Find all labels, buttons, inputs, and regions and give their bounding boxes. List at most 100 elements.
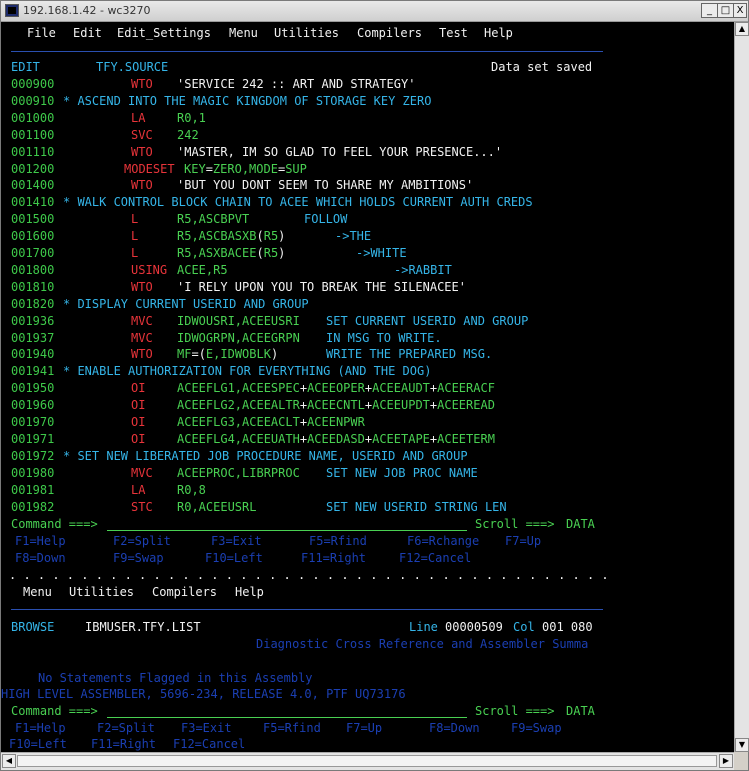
menu-help-2[interactable]: Help — [235, 584, 264, 601]
menu-file[interactable]: File — [27, 25, 56, 42]
pf-key[interactable]: F1=Help — [15, 533, 66, 550]
line-number[interactable]: 001500 — [11, 211, 54, 228]
line-number[interactable]: 001937 — [11, 330, 54, 347]
pf-key[interactable]: F9=Swap — [511, 720, 562, 737]
scroll-up-arrow-icon[interactable]: ▲ — [735, 22, 749, 36]
menu-menu[interactable]: Menu — [229, 25, 258, 42]
line-number[interactable]: 001960 — [11, 397, 54, 414]
browse-command-input[interactable] — [107, 703, 467, 718]
line-number[interactable]: 000900 — [11, 76, 54, 93]
line-number[interactable]: 001200 — [11, 161, 54, 178]
source-line[interactable]: 001600 L R5,ASCBASXB(R5) ->THE — [1, 228, 734, 245]
menu-menu-2[interactable]: Menu — [23, 584, 52, 601]
line-number[interactable]: 001820 — [11, 296, 54, 313]
pf-key[interactable]: F5=Rfind — [309, 533, 367, 550]
source-line[interactable]: 001936 MVC IDWOUSRI,ACEEUSRI SET CURRENT US… — [1, 313, 734, 330]
scroll-amount[interactable]: DATA — [566, 703, 595, 720]
menu-compilers[interactable]: Compilers — [357, 25, 422, 42]
source-line[interactable]: 000910 * ASCEND INTO THE MAGIC KINGDOM OF… — [1, 93, 734, 110]
line-number[interactable]: 001800 — [11, 262, 54, 279]
close-button[interactable]: X — [733, 3, 747, 18]
source-line[interactable]: 001960 OI ACEEFLG2,ACEEALTR+ACEECNTL+ACEEU… — [1, 397, 734, 414]
pf-key[interactable]: F12=Cancel — [399, 550, 471, 567]
menu-edit-settings[interactable]: Edit_Settings — [117, 25, 211, 42]
pf-key[interactable]: F5=Rfind — [263, 720, 321, 737]
line-number[interactable]: 001000 — [11, 110, 54, 127]
pf-key[interactable]: F11=Right — [301, 550, 366, 567]
line-number[interactable]: 001941 — [11, 363, 54, 380]
scroll-down-arrow-icon[interactable]: ▼ — [735, 738, 749, 752]
menu-test[interactable]: Test — [439, 25, 468, 42]
source-line[interactable]: 001400 WTO 'BUT YOU DONT SEEM TO SHARE MY … — [1, 177, 734, 194]
source-line[interactable]: 001950 OI ACEEFLG1,ACEESPEC+ACEEOPER+ACEEA… — [1, 380, 734, 397]
source-line[interactable]: 001700 L R5,ASXBACEE(R5) ->WHITE — [1, 245, 734, 262]
title-bar[interactable]: 192.168.1.42 - wc3270 _ □ X — [1, 1, 748, 22]
edit-command-input[interactable] — [107, 516, 467, 531]
source-line[interactable]: 001981 LA R0,8 — [1, 482, 734, 499]
source-line[interactable]: 001500 L R5,ASCBPVT FOLLOW — [1, 211, 734, 228]
line-number[interactable]: 000910 — [11, 93, 54, 110]
source-line[interactable]: 001941 * ENABLE AUTHORIZATION FOR EVERYTH… — [1, 363, 734, 380]
terminal-screen[interactable]: File Edit Edit_Settings Menu Utilities C… — [1, 22, 734, 752]
menu-utilities-2[interactable]: Utilities — [69, 584, 134, 601]
source-line[interactable]: 001100 SVC 242 — [1, 127, 734, 144]
source-line[interactable]: 001800 USING ACEE,R5 ->RABBIT — [1, 262, 734, 279]
line-number[interactable]: 001600 — [11, 228, 54, 245]
pf-key[interactable]: F2=Split — [113, 533, 171, 550]
source-line[interactable]: 001972 * SET NEW LIBERATED JOB PROCEDURE … — [1, 448, 734, 465]
line-number[interactable]: 001981 — [11, 482, 54, 499]
source-line[interactable]: 001410 * WALK CONTROL BLOCK CHAIN TO ACEE… — [1, 194, 734, 211]
line-number[interactable]: 001950 — [11, 380, 54, 397]
source-line[interactable]: 001110 WTO 'MASTER, IM SO GLAD TO FEEL YOU… — [1, 144, 734, 161]
line-number[interactable]: 001982 — [11, 499, 54, 516]
minimize-button[interactable]: _ — [701, 3, 718, 18]
line-number[interactable]: 001700 — [11, 245, 54, 262]
pf-key[interactable]: F8=Down — [15, 550, 66, 567]
source-line[interactable]: 000900 WTO 'SERVICE 242 :: ART AND STRATEG… — [1, 76, 734, 93]
source-line[interactable]: 001200 MODESET KEY=ZERO,MODE=SUP — [1, 161, 734, 178]
source-line[interactable]: 001940 WTO MF=(E,IDWOBLK) WRITE THE PREPARE… — [1, 346, 734, 363]
line-number[interactable]: 001980 — [11, 465, 54, 482]
horizontal-scrollbar[interactable]: ◀ ▶ — [1, 752, 734, 770]
scroll-amount[interactable]: DATA — [566, 516, 595, 533]
pf-key[interactable]: F6=Rchange — [407, 533, 479, 550]
pf-key[interactable]: F3=Exit — [211, 533, 262, 550]
line-number[interactable]: 001940 — [11, 346, 54, 363]
source-line[interactable]: 001820 * DISPLAY CURRENT USERID AND GROUP — [1, 296, 734, 313]
menu-help[interactable]: Help — [484, 25, 513, 42]
vertical-scrollbar[interactable]: ▲ ▼ — [734, 22, 749, 752]
pf-key[interactable]: F11=Right — [91, 736, 156, 752]
line-number[interactable]: 001971 — [11, 431, 54, 448]
line-number[interactable]: 001810 — [11, 279, 54, 296]
line-number[interactable]: 001936 — [11, 313, 54, 330]
pf-key[interactable]: F7=Up — [346, 720, 382, 737]
source-line[interactable]: 001982 STC R0,ACEEUSRL SET NEW USERID STRIN… — [1, 499, 734, 516]
horizontal-scroll-thumb[interactable] — [17, 755, 717, 767]
line-number[interactable]: 001110 — [11, 144, 54, 161]
pf-key[interactable]: F3=Exit — [181, 720, 232, 737]
source-line[interactable]: 001971 OI ACEEFLG4,ACEEUATH+ACEEDASD+ACEET… — [1, 431, 734, 448]
pf-key[interactable]: F1=Help — [15, 720, 66, 737]
line-number[interactable]: 001970 — [11, 414, 54, 431]
source-line[interactable]: 001980 MVC ACEEPROC,LIBRPROC SET NEW JOB PR… — [1, 465, 734, 482]
pf-key[interactable]: F10=Left — [205, 550, 263, 567]
menu-utilities[interactable]: Utilities — [274, 25, 339, 42]
line-number[interactable]: 001410 — [11, 194, 54, 211]
pf-key[interactable]: F7=Up — [505, 533, 541, 550]
pf-key[interactable]: F2=Split — [97, 720, 155, 737]
menu-compilers-2[interactable]: Compilers — [152, 584, 217, 601]
source-line[interactable]: 001970 OI ACEEFLG3,ACEEACLT+ACEENPWR — [1, 414, 734, 431]
line-number[interactable]: 001100 — [11, 127, 54, 144]
line-number[interactable]: 001400 — [11, 177, 54, 194]
pf-key[interactable]: F9=Swap — [113, 550, 164, 567]
menu-edit[interactable]: Edit — [73, 25, 102, 42]
source-line[interactable]: 001810 WTO 'I RELY UPON YOU TO BREAK THE S… — [1, 279, 734, 296]
maximize-button[interactable]: □ — [717, 3, 734, 18]
pf-key[interactable]: F8=Down — [429, 720, 480, 737]
line-number[interactable]: 001972 — [11, 448, 54, 465]
source-line[interactable]: 001000 LA R0,1 — [1, 110, 734, 127]
pf-key[interactable]: F10=Left — [9, 736, 67, 752]
scroll-right-arrow-icon[interactable]: ▶ — [719, 754, 733, 768]
scroll-left-arrow-icon[interactable]: ◀ — [2, 754, 16, 768]
pf-key[interactable]: F12=Cancel — [173, 736, 245, 752]
